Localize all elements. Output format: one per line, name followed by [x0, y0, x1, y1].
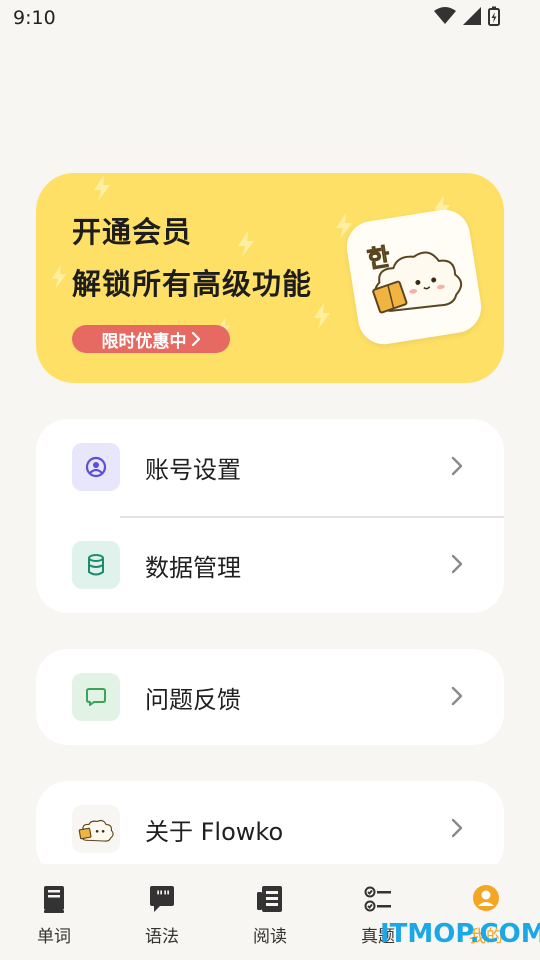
book-icon [44, 886, 64, 913]
svg-text:": " [163, 889, 170, 905]
chevron-right-icon [451, 456, 463, 476]
signal-icon [463, 7, 481, 25]
chevron-right-icon [451, 554, 463, 574]
lightning-icon [314, 303, 330, 329]
feedback-item[interactable]: 问题反馈 [36, 649, 504, 745]
about-card: 关于 Flowko [36, 781, 504, 877]
user-circle-icon [72, 443, 120, 491]
nav-item-reading[interactable]: 阅读 [216, 864, 324, 960]
chevron-right-icon [451, 686, 463, 706]
cloud-mascot-icon: 한 [365, 242, 463, 314]
nav-item-grammar[interactable]: " " 语法 [108, 864, 216, 960]
limited-offer-button[interactable]: 限时优惠中 [72, 325, 230, 353]
newspaper-icon [257, 886, 282, 912]
nav-label-reading: 阅读 [253, 927, 287, 947]
about-item[interactable]: 关于 Flowko [36, 781, 504, 877]
battery-icon [488, 6, 500, 26]
data-management-label: 数据管理 [145, 554, 241, 582]
watermark: ITMOP.COM [380, 919, 540, 949]
lightning-icon [238, 231, 254, 257]
nav-label-vocabulary: 单词 [37, 927, 71, 947]
data-management-item[interactable]: 数据管理 [36, 517, 504, 613]
settings-card: 账号设置 数据管理 [36, 419, 504, 613]
feedback-card: 问题反馈 [36, 649, 504, 745]
nav-item-vocabulary[interactable]: 单词 [0, 864, 108, 960]
nav-label-grammar: 语法 [145, 927, 179, 947]
feedback-label: 问题反馈 [145, 686, 241, 714]
mascot-icon [72, 805, 120, 853]
account-settings-item[interactable]: 账号设置 [36, 419, 504, 515]
promo-badge-label: 限时优惠中 [101, 331, 187, 352]
vip-promo-card[interactable]: 开通会员 解锁所有高级功能 限时优惠中 한 [36, 173, 504, 383]
status-icons [434, 6, 500, 26]
chat-bubble-icon [72, 673, 120, 721]
profile-icon [473, 885, 499, 911]
mascot-card: 한 [343, 206, 485, 348]
lightning-icon [94, 175, 110, 201]
status-bar: 9:10 [0, 0, 540, 36]
status-time: 9:10 [13, 7, 56, 29]
wifi-icon [434, 7, 456, 24]
about-label: 关于 Flowko [145, 818, 284, 846]
account-settings-label: 账号设置 [145, 456, 241, 484]
quote-bubble-icon: " " [150, 886, 174, 912]
promo-title: 开通会员 [72, 215, 193, 249]
promo-subtitle: 解锁所有高级功能 [72, 267, 313, 301]
lightning-icon [51, 265, 67, 289]
chevron-right-icon [191, 332, 200, 346]
database-icon [72, 541, 120, 589]
chevron-right-icon [451, 818, 463, 838]
checklist-icon [364, 886, 391, 912]
